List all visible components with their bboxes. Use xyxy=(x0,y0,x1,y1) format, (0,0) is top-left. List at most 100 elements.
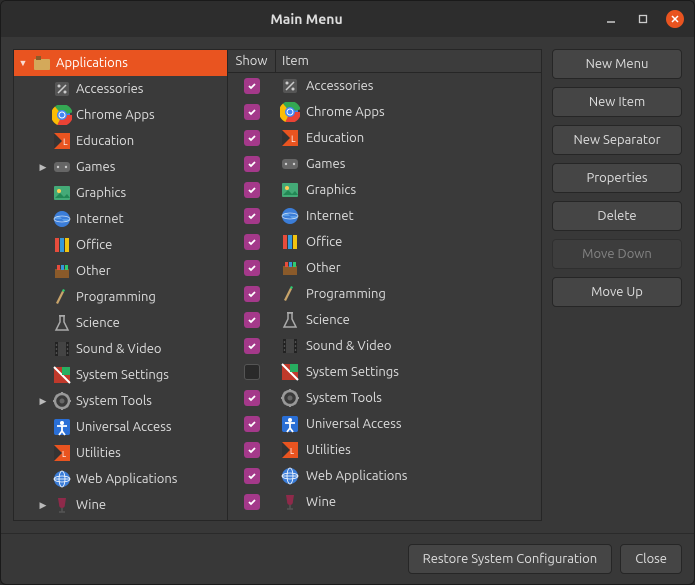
item-row[interactable]: Games xyxy=(228,151,541,177)
show-checkbox[interactable] xyxy=(244,416,260,432)
tree-item-label: Education xyxy=(76,134,134,148)
show-checkbox[interactable] xyxy=(244,364,260,380)
show-checkbox[interactable] xyxy=(244,234,260,250)
tree-item-label: System Settings xyxy=(76,368,169,382)
item-label: Chrome Apps xyxy=(306,105,385,119)
show-checkbox[interactable] xyxy=(244,104,260,120)
tree-item-label: Universal Access xyxy=(76,420,171,434)
svg-text:L: L xyxy=(290,447,294,456)
tree-item[interactable]: L Education xyxy=(14,128,227,154)
tree-item-label: Graphics xyxy=(76,186,126,200)
item-row[interactable]: Accessories xyxy=(228,73,541,99)
show-checkbox[interactable] xyxy=(244,338,260,354)
show-checkbox[interactable] xyxy=(244,130,260,146)
tree-item[interactable]: ▶ Wine xyxy=(14,492,227,518)
internet-icon xyxy=(280,206,300,226)
show-checkbox[interactable] xyxy=(244,260,260,276)
item-row[interactable]: L Education xyxy=(228,125,541,151)
item-row[interactable]: Office xyxy=(228,229,541,255)
show-checkbox[interactable] xyxy=(244,390,260,406)
move-down-button[interactable]: Move Down xyxy=(552,239,682,269)
properties-button[interactable]: Properties xyxy=(552,163,682,193)
item-row[interactable]: Graphics xyxy=(228,177,541,203)
show-checkbox[interactable] xyxy=(244,494,260,510)
new-separator-button[interactable]: New Separator xyxy=(552,125,682,155)
web-applications-icon xyxy=(52,469,72,489)
item-label: Sound & Video xyxy=(306,339,392,353)
item-label: Internet xyxy=(306,209,354,223)
show-checkbox[interactable] xyxy=(244,286,260,302)
tree-panel[interactable]: ▼ Applications Accessories Chrome AppsL … xyxy=(14,50,228,520)
utilities-icon: L xyxy=(280,440,300,460)
tree-item[interactable]: Other xyxy=(14,258,227,284)
item-row[interactable]: Other xyxy=(228,255,541,281)
system-tools-icon xyxy=(52,391,72,411)
graphics-icon xyxy=(52,183,72,203)
column-header-show[interactable]: Show xyxy=(228,50,276,72)
item-row[interactable]: System Settings xyxy=(228,359,541,385)
tree-item[interactable]: System Settings xyxy=(14,362,227,388)
tree-item[interactable]: L Utilities xyxy=(14,440,227,466)
tree-item[interactable]: Graphics xyxy=(14,180,227,206)
item-label: System Tools xyxy=(306,391,382,405)
item-label: Games xyxy=(306,157,345,171)
tree-item-label: Wine xyxy=(76,498,106,512)
tree-item[interactable]: Sound & Video xyxy=(14,336,227,362)
item-label: Office xyxy=(306,235,342,249)
expander-icon[interactable]: ▶ xyxy=(38,396,48,407)
tree-item-label: Utilities xyxy=(76,446,121,460)
tree-item[interactable]: Accessories xyxy=(14,76,227,102)
programming-icon xyxy=(52,287,72,307)
item-row[interactable]: Programming xyxy=(228,281,541,307)
show-checkbox[interactable] xyxy=(244,468,260,484)
item-row[interactable]: System Tools xyxy=(228,385,541,411)
tree-item[interactable]: Office xyxy=(14,232,227,258)
show-checkbox[interactable] xyxy=(244,208,260,224)
tree-item[interactable]: Science xyxy=(14,310,227,336)
new-item-button[interactable]: New Item xyxy=(552,87,682,117)
tree-item[interactable]: Web Applications xyxy=(14,466,227,492)
tree-item[interactable]: Universal Access xyxy=(14,414,227,440)
close-button[interactable]: Close xyxy=(620,544,682,574)
items-panel[interactable]: Show Item Accessories Chrome Apps L Educ… xyxy=(228,50,541,520)
show-checkbox[interactable] xyxy=(244,156,260,172)
tree-item[interactable]: Chrome Apps xyxy=(14,102,227,128)
tree-root-applications[interactable]: ▼ Applications xyxy=(14,50,227,76)
system-settings-icon xyxy=(280,362,300,382)
tree-item[interactable]: ▶ System Tools xyxy=(14,388,227,414)
tree-item-label: Accessories xyxy=(76,82,143,96)
move-up-button[interactable]: Move Up xyxy=(552,277,682,307)
item-label: System Settings xyxy=(306,365,399,379)
item-row[interactable]: Wine xyxy=(228,489,541,515)
item-row[interactable]: Web Applications xyxy=(228,463,541,489)
item-row[interactable]: Chrome Apps xyxy=(228,99,541,125)
item-row[interactable]: Sound & Video xyxy=(228,333,541,359)
window-controls xyxy=(602,10,684,28)
expander-icon[interactable]: ▶ xyxy=(38,162,48,173)
item-label: Graphics xyxy=(306,183,356,197)
show-checkbox[interactable] xyxy=(244,182,260,198)
show-checkbox[interactable] xyxy=(244,78,260,94)
item-label: Programming xyxy=(306,287,386,301)
show-checkbox[interactable] xyxy=(244,442,260,458)
item-row[interactable]: Science xyxy=(228,307,541,333)
restore-button[interactable]: Restore System Configuration xyxy=(408,544,613,574)
item-label: Web Applications xyxy=(306,469,407,483)
expander-icon[interactable]: ▼ xyxy=(18,58,28,68)
item-row[interactable]: Internet xyxy=(228,203,541,229)
column-header-item[interactable]: Item xyxy=(276,50,541,72)
item-row[interactable]: Universal Access xyxy=(228,411,541,437)
new-menu-button[interactable]: New Menu xyxy=(552,49,682,79)
maximize-button[interactable] xyxy=(634,10,652,28)
show-checkbox[interactable] xyxy=(244,312,260,328)
close-window-button[interactable] xyxy=(666,10,684,28)
wine-icon xyxy=(280,492,300,512)
expander-icon[interactable]: ▶ xyxy=(38,500,48,511)
item-row[interactable]: L Utilities xyxy=(228,437,541,463)
tree-item[interactable]: Programming xyxy=(14,284,227,310)
svg-text:L: L xyxy=(62,450,66,459)
tree-item[interactable]: ▶ Games xyxy=(14,154,227,180)
minimize-button[interactable] xyxy=(602,10,620,28)
tree-item[interactable]: Internet xyxy=(14,206,227,232)
delete-button[interactable]: Delete xyxy=(552,201,682,231)
